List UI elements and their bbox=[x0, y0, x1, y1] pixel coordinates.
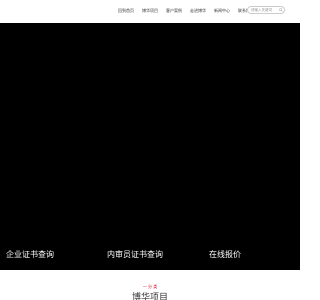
auditor-certificate-link[interactable]: 内审员证书查询 bbox=[107, 248, 163, 262]
nav-item-home[interactable]: 回到首页 bbox=[118, 7, 137, 14]
top-header: 回到首页 博华项目 客户案例 走进博华 新闻中心 联系博华 bbox=[0, 0, 300, 23]
nav-item-cases[interactable]: 客户案例 bbox=[166, 7, 185, 14]
site-logo[interactable] bbox=[8, 5, 68, 17]
search-icon[interactable] bbox=[279, 8, 283, 12]
section-tag: 一 分 类 bbox=[142, 284, 158, 289]
nav-item-about[interactable]: 走进博华 bbox=[190, 7, 209, 14]
page: 回到首页 博华项目 客户案例 走进博华 新闻中心 联系博华 企业证书查询 内审员… bbox=[0, 0, 300, 300]
hero-quick-links: 企业证书查询 内审员证书查询 在线报价 bbox=[0, 248, 300, 262]
enterprise-certificate-link[interactable]: 企业证书查询 bbox=[6, 248, 54, 262]
hero-banner bbox=[0, 23, 300, 270]
nav-item-projects[interactable]: 博华项目 bbox=[142, 7, 161, 14]
online-quote-link[interactable]: 在线报价 bbox=[209, 248, 241, 262]
section-title: 博华项目 bbox=[131, 293, 168, 300]
nav-item-news[interactable]: 新闻中心 bbox=[214, 7, 233, 14]
main-nav: 回到首页 博华项目 客户案例 走进博华 新闻中心 联系博华 bbox=[118, 7, 262, 14]
